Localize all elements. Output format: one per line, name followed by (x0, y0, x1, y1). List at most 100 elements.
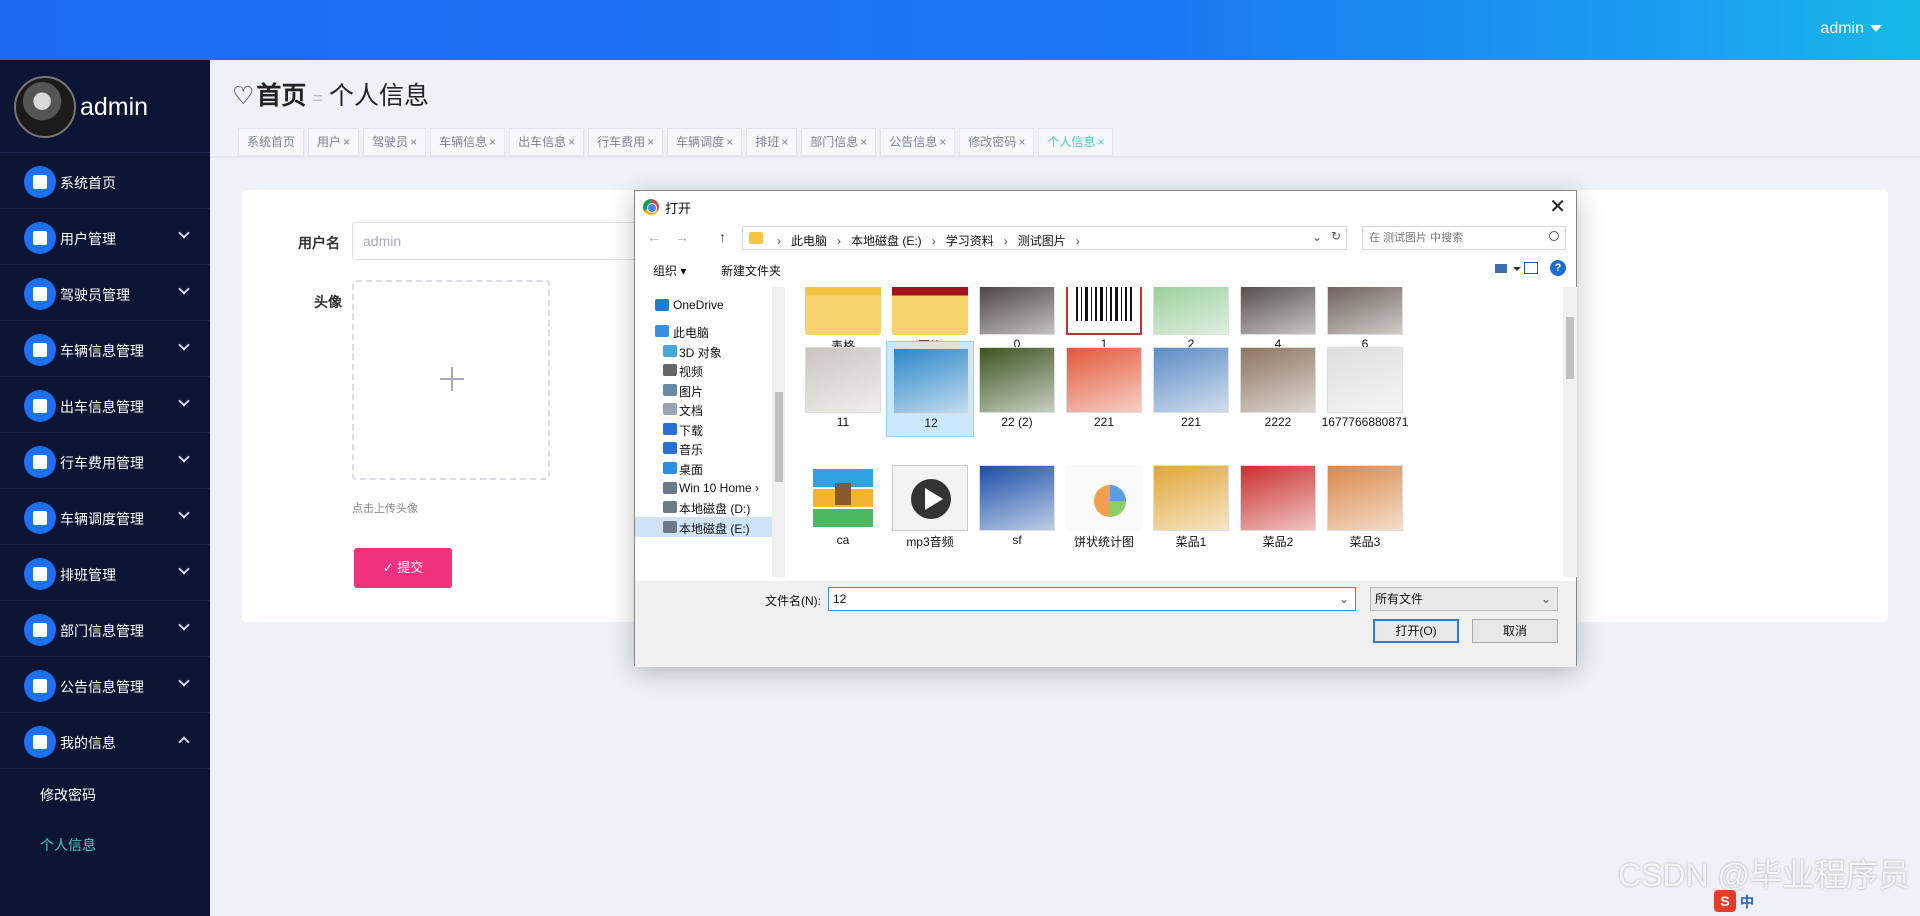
help-icon[interactable]: ? (1550, 260, 1566, 276)
filename-input[interactable]: 12 ⌄ (828, 587, 1356, 611)
file-tile[interactable]: 22 (2) (973, 341, 1061, 437)
file-tile[interactable]: 12 (886, 341, 974, 437)
nav-item-0[interactable]: OneDrive (635, 295, 772, 315)
sidebar-item-8[interactable]: 部门信息管理 (0, 601, 210, 657)
sidebar-item-9[interactable]: 公告信息管理 (0, 657, 210, 713)
tab-1[interactable]: 用户 × (308, 128, 360, 156)
tab-6[interactable]: 车辆调度 × (667, 128, 743, 156)
sidebar-item-5[interactable]: 行车费用管理 (0, 433, 210, 489)
nav-item-5[interactable]: 文档 (635, 399, 772, 419)
up-arrow-icon[interactable]: ↑ (719, 229, 726, 245)
chevron-down-icon[interactable]: ⌄ (1312, 230, 1322, 244)
file-tile[interactable]: sf (973, 459, 1061, 555)
path-crumb[interactable]: 本地磁盘 (E:) (851, 234, 922, 248)
close-icon[interactable]: × (726, 135, 733, 149)
cancel-button[interactable]: 取消 (1472, 619, 1558, 643)
back-arrow-icon[interactable]: ← (647, 229, 661, 245)
sidebar-item-1[interactable]: 用户管理 (0, 209, 210, 265)
nav-item-2[interactable]: 3D 对象 (635, 341, 772, 361)
sidebar-item-4[interactable]: 出车信息管理 (0, 377, 210, 433)
preview-pane-icon[interactable] (1524, 262, 1538, 274)
close-icon[interactable]: × (568, 135, 575, 149)
grid-scroll-thumb[interactable] (1566, 317, 1574, 379)
sidebar-subitem-1[interactable]: 个人信息 (0, 819, 210, 869)
nav-item-11[interactable]: 本地磁盘 (E:) (635, 517, 772, 537)
path-crumb[interactable]: 测试图片 (1018, 234, 1066, 248)
close-icon[interactable]: × (489, 135, 496, 149)
close-icon[interactable]: × (939, 135, 946, 149)
file-tile[interactable]: 11 (799, 341, 887, 437)
avatar-uploader[interactable] (352, 280, 550, 480)
forward-arrow-icon[interactable]: → (675, 229, 689, 245)
ime-language[interactable]: 中 (1740, 892, 1754, 912)
close-icon[interactable]: × (1018, 135, 1025, 149)
search-input[interactable] (1369, 228, 1539, 248)
nav-scrollbar[interactable] (773, 287, 785, 577)
refresh-icon[interactable]: ↻ (1331, 229, 1341, 243)
sidebar-item-label: 行车费用管理 (60, 455, 144, 471)
nav-item-9[interactable]: Win 10 Home › (635, 478, 772, 498)
file-tile[interactable]: 221 (1060, 341, 1148, 437)
breadcrumb-home[interactable]: 首页 (256, 82, 306, 110)
tab-8[interactable]: 部门信息 × (801, 128, 877, 156)
tab-4[interactable]: 出车信息 × (509, 128, 585, 156)
filetype-select[interactable]: 所有文件 ⌄ (1370, 587, 1558, 611)
path-crumb[interactable]: 学习资料 (946, 234, 994, 248)
sidebar-item-2[interactable]: 驾驶员管理 (0, 265, 210, 321)
tab-9[interactable]: 公告信息 × (880, 128, 956, 156)
nav-item-8[interactable]: 桌面 (635, 458, 772, 478)
sidebar-item-10[interactable]: 我的信息 (0, 713, 210, 769)
photo-icon (1327, 287, 1403, 335)
sogou-logo[interactable]: S (1714, 890, 1736, 912)
sidebar-item-6[interactable]: 车辆调度管理 (0, 489, 210, 545)
file-tile[interactable]: 饼状统计图 (1060, 459, 1148, 555)
file-tile[interactable]: ca (799, 459, 887, 555)
username-input[interactable]: admin (352, 222, 642, 260)
close-icon[interactable]: × (410, 135, 417, 149)
view-options-icon[interactable] (1494, 262, 1522, 276)
user-menu[interactable]: admin (1820, 20, 1882, 38)
tab-2[interactable]: 驾驶员 × (363, 128, 427, 156)
tab-7[interactable]: 排班 × (746, 128, 798, 156)
grid-scrollbar[interactable] (1563, 287, 1577, 577)
tab-0[interactable]: 系统首页 (238, 128, 305, 156)
file-tile[interactable]: 菜品2 (1234, 459, 1322, 555)
organize-button[interactable]: 组织 ▾ (653, 262, 686, 279)
sidebar-item-7[interactable]: 排班管理 (0, 545, 210, 601)
sidebar-subitem-0[interactable]: 修改密码 (0, 769, 210, 819)
file-tile[interactable]: mp3音频 (886, 459, 974, 555)
nav-item-7[interactable]: 音乐 (635, 438, 772, 458)
file-tile[interactable]: 2222 (1234, 341, 1322, 437)
chevron-down-icon[interactable]: ⌄ (1339, 588, 1349, 610)
file-tile[interactable]: 1677766880871 (1321, 341, 1409, 437)
tab-11[interactable]: 个人信息 × (1038, 128, 1114, 156)
close-icon[interactable]: × (781, 135, 788, 149)
close-icon[interactable]: × (1097, 135, 1104, 149)
close-icon[interactable]: × (343, 135, 350, 149)
search-box[interactable] (1362, 226, 1566, 250)
open-button[interactable]: 打开(O) (1373, 619, 1459, 643)
close-icon[interactable]: ✕ (1549, 194, 1566, 219)
address-bar[interactable]: › 此电脑 › 本地磁盘 (E:) › 学习资料 › 测试图片 › ⌄ ↻ (742, 226, 1347, 250)
nav-scroll-thumb[interactable] (775, 392, 783, 482)
tab-5[interactable]: 行车费用 × (588, 128, 664, 156)
file-tile[interactable]: 菜品1 (1147, 459, 1235, 555)
nav-item-3[interactable]: 视频 (635, 360, 772, 380)
close-icon[interactable]: × (860, 135, 867, 149)
nav-item-6[interactable]: 下载 (635, 419, 772, 439)
file-tile[interactable]: 221 (1147, 341, 1235, 437)
sidebar-item-0[interactable]: 系统首页 (0, 153, 210, 209)
tab-10[interactable]: 修改密码 × (959, 128, 1035, 156)
tab-3[interactable]: 车辆信息 × (430, 128, 506, 156)
submit-button[interactable]: ✓ 提交 (354, 548, 452, 588)
sidebar-item-3[interactable]: 车辆信息管理 (0, 321, 210, 377)
close-icon[interactable]: × (647, 135, 654, 149)
new-folder-button[interactable]: 新建文件夹 (721, 262, 781, 279)
nav-item-4[interactable]: 图片 (635, 380, 772, 400)
file-tile[interactable]: 菜品3 (1321, 459, 1409, 555)
address-row: ← → ↑ › 此电脑 › 本地磁盘 (E:) › 学习资料 › 测试图片 › ⌄ ↻ (635, 223, 1576, 253)
nav-item-10[interactable]: 本地磁盘 (D:) (635, 497, 772, 517)
dialog-titlebar[interactable]: 打开 ✕ (635, 191, 1576, 221)
path-crumb[interactable]: 此电脑 (791, 234, 827, 248)
nav-item-1[interactable]: 此电脑 (635, 321, 772, 341)
